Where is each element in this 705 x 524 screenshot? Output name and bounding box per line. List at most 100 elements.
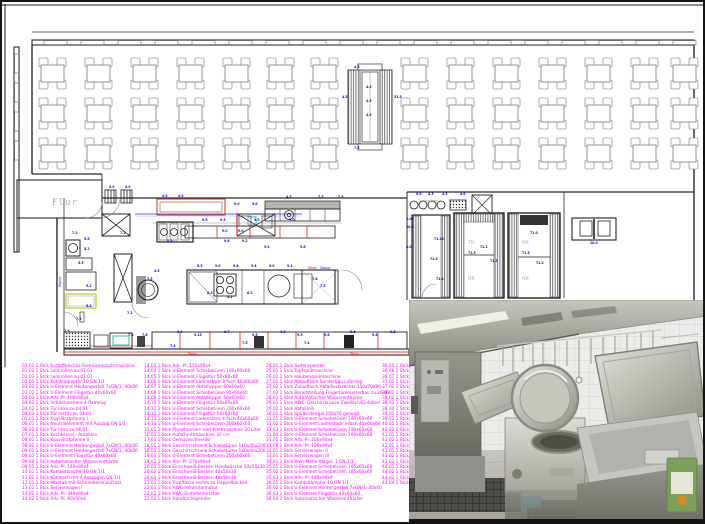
dimension-label: 4.5 <box>286 195 291 199</box>
dimension-label: 4.3 <box>442 192 447 196</box>
dimension-label: 7.2 <box>76 317 81 321</box>
dimension-label: 4.0 <box>460 192 465 196</box>
table-group <box>267 138 294 169</box>
table-group <box>585 138 612 169</box>
dimension-label: 9.2 <box>390 330 395 334</box>
dimension-label: 7.9 <box>64 329 69 333</box>
dimension-label: 3.04 <box>406 217 414 221</box>
legend-row: 02.01 1 Stck Kombidämpfer 10 GN 1/1 <box>22 380 138 385</box>
dimension-label: 7.8 <box>312 277 317 281</box>
dimension-label: 9.13 <box>194 333 202 337</box>
dimension-label: 9.8 <box>233 264 238 268</box>
legend-row: 27.02 1 Stck Zulauftisch Abfallloch rech… <box>266 385 390 390</box>
legend-row: 14.05 1 Stck U-Element Flügeltür 50x60x6… <box>144 375 265 380</box>
table-group <box>223 138 250 169</box>
dimension-label: 71.1 <box>480 245 488 249</box>
legend-row: 03.02 1 Stck U-Element Flügeltür 40x60x6… <box>22 391 138 396</box>
table-group <box>131 138 158 169</box>
table-group <box>539 98 566 129</box>
legend-row: 17.01 1 Stck Gemüseschneider <box>144 438 265 443</box>
dimension-label: 9.0 <box>222 229 227 233</box>
round-kettle <box>505 365 586 524</box>
dimension-label: 4.5 <box>354 65 359 69</box>
table-group <box>131 58 158 89</box>
strom-label-wall-right: Strom <box>350 352 359 356</box>
legend-row: 14.02 1 Stck Arb.-Pl. 90x90x4 <box>22 497 138 502</box>
dimension-label: 7.2 <box>127 311 132 315</box>
legend-row: 22.02 1 Stck HWC-Einhebelmischer <box>144 492 265 497</box>
dimension-label: 9.4 <box>251 264 257 268</box>
dimension-label: 71.0 <box>430 257 438 261</box>
dimension-label: 5.8 <box>84 237 89 241</box>
table-group <box>131 98 158 129</box>
dimension-label: 9.6 <box>224 239 229 243</box>
legend-row: 31.04 1 Stck U-Element Schiebetüren 190x… <box>266 433 390 438</box>
legend-row: 14.04 1 Stck U-Element Schiebetüren 100x… <box>144 369 265 374</box>
legend-row: 12.01 1 Stck Mixstab mit Schneebesenaufs… <box>22 481 138 486</box>
legend-row: 01.02 1 Stck Lenkrollen zu 01.01 <box>22 369 138 374</box>
legend-row: 04.03 1 Stck Tür rechts zu 04.01 <box>22 412 138 417</box>
table-group <box>631 58 658 89</box>
dimension-label: 10.0 <box>590 241 598 245</box>
table-group <box>671 58 698 89</box>
legend-row: 22.01 1 Stck HWC-Infrarotarmatur <box>144 486 265 491</box>
cold-rooms <box>410 195 616 298</box>
dimension-label: 7.5 <box>354 146 359 150</box>
trockenlager-label: Trockenlager <box>418 199 439 203</box>
legend-row: 34.01 1 Stck Bain-Marie-Wagen 3 GN 1/1 <box>266 460 390 465</box>
legend-row: 31.06 1 Stck Arb.-Pl. 100x90x4 <box>266 444 390 449</box>
legend-row: 31.02 1 Stck U-Element Ladenstock 3-fach… <box>266 422 390 427</box>
legend-row: 09.02 1 Stck U-Element Herdengestell 7xG… <box>22 449 138 454</box>
legend-row: 31.01 1 Stck U-Element Schiebetüren 190x… <box>266 417 390 422</box>
legend-row: 03.01 1 Stck U-Element Herdengestell 7xG… <box>22 385 138 390</box>
dimension-label: 71.45 <box>434 237 444 241</box>
legend-column: 24.01 1 Stck Seifenspender25.01 1 Stck T… <box>266 364 390 502</box>
table-group <box>493 98 520 129</box>
dimension-label: 7.4 <box>304 341 310 345</box>
table-group <box>39 138 66 169</box>
dimension-label: 71.3 <box>490 259 498 263</box>
table-group <box>401 98 428 129</box>
legend-row: 36.01 1 Stck Kombidämpfer 10 GN 1/1 <box>266 481 390 486</box>
dimension-label: 5.5 <box>78 261 83 265</box>
dimension-label: 7.8 <box>128 333 133 337</box>
dimension-label: 31.5 <box>394 95 402 99</box>
dimension-label: 9.0 <box>269 264 274 268</box>
table-group <box>39 98 66 129</box>
dimension-label: 9.5 <box>202 218 207 222</box>
dimension-label: 4.5 <box>366 85 371 89</box>
legend-row: 29.01 1 Stck HWC-Geschirrbrause Zweiloch… <box>266 401 390 406</box>
dimension-label: 9.5 <box>220 218 225 222</box>
photo-bottom-strip <box>409 519 705 524</box>
small-racks <box>105 190 132 203</box>
dimension-label: 9.0 <box>215 264 220 268</box>
dimension-label: 9.8 <box>300 245 305 249</box>
dimension-label: 9.7 <box>224 330 229 334</box>
table-group <box>223 98 250 129</box>
legend-row: 35.03 1 Stck Arb.-Pl. 185x90x4 <box>266 476 390 481</box>
dimension-label: 71.0 <box>530 231 538 235</box>
dimension-label: 5.2 <box>84 247 89 251</box>
table-group <box>177 98 204 129</box>
dimension-label: 5.2 <box>86 304 91 308</box>
legend-row: 23.01 1 Stck Handtuchspender <box>144 497 265 502</box>
kitchen-equipment <box>64 198 407 349</box>
table-group <box>585 58 612 89</box>
tk-label: TK <box>468 240 475 246</box>
table-group <box>85 138 112 169</box>
legend-row: 07.01 1 Stck Kochkessel - Autoklav <box>22 433 138 438</box>
nk-label-b: NK <box>522 240 530 246</box>
dimension-label: 71.4 <box>436 277 444 281</box>
legend-row: 14.08 1 Stck U-Element Schiebetüren 95x6… <box>144 391 265 396</box>
dimension-label: 4.5 <box>178 194 183 198</box>
dimension-label: 9.0 <box>234 202 239 206</box>
legend-row: 14.14 1 Stck U-Element Schiebetüren 200x… <box>144 422 265 427</box>
dimension-label: 9.0 <box>254 218 259 222</box>
legend-row: 20.01 1 Stck Einschweiß-Becken Handwäsch… <box>144 465 265 470</box>
legend-row: 26.01 1 Stck Haubenspülmaschine <box>266 375 390 380</box>
dimension-label: 8.0 <box>406 245 411 249</box>
dimension-label: 8.0 <box>167 239 172 243</box>
legend-row: 01.03 1 Stck Lenkrollen zu 01.01 <box>22 375 138 380</box>
wasser-riser-label: Wasser <box>58 275 62 287</box>
dimension-label: 30.1 <box>406 225 414 229</box>
